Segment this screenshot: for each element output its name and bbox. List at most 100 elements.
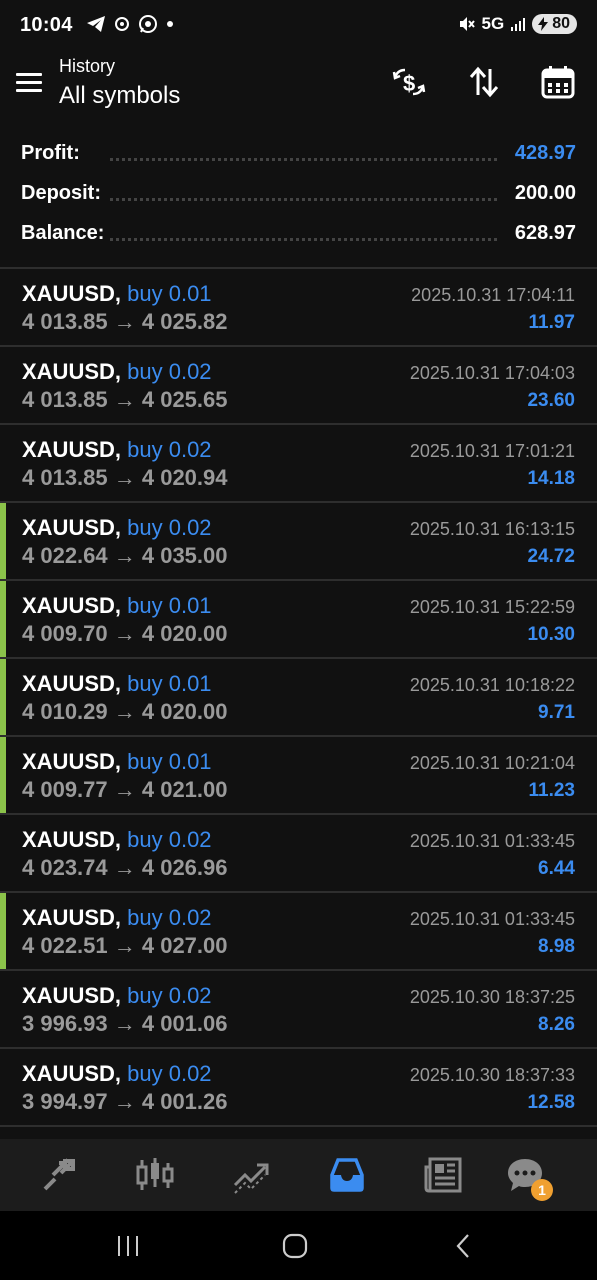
trade-row[interactable]: XAUUSD, buy 0.02 3 994.97 → 4 001.26 2025.… <box>0 1049 597 1127</box>
trade-symbol: XAUUSD, <box>22 515 122 540</box>
back-icon[interactable] <box>443 1231 483 1261</box>
telegram-icon <box>87 16 105 32</box>
trade-title: XAUUSD, buy 0.02 <box>22 983 212 1009</box>
battery-level: 80 <box>552 15 570 32</box>
svg-text:$: $ <box>403 71 415 96</box>
trade-symbol: XAUUSD, <box>22 359 122 384</box>
trade-prices: 3 996.93 → 4 001.06 <box>22 1011 228 1036</box>
profit-row: Profit: 428.97 <box>0 136 597 176</box>
trade-profit: 24.72 <box>527 546 575 567</box>
account-summary: Profit: 428.97 Deposit: 200.00 Balance: … <box>0 136 597 256</box>
mute-icon <box>459 17 475 31</box>
app-header: History All symbols $ <box>0 52 597 122</box>
quotes-icon[interactable] <box>37 1153 81 1197</box>
trade-profit: 11.97 <box>528 312 576 333</box>
sort-icon[interactable] <box>464 62 504 102</box>
trade-symbol: XAUUSD, <box>22 1061 122 1086</box>
trade-prices: 4 022.51 → 4 027.00 <box>22 933 228 958</box>
trade-type: buy 0.01 <box>127 593 212 618</box>
trade-type: buy 0.01 <box>127 671 212 696</box>
trade-symbol: XAUUSD, <box>22 827 122 852</box>
trade-time: 2025.10.31 10:21:04 <box>409 753 575 773</box>
trade-profit: 14.18 <box>527 468 575 489</box>
chart-icon[interactable] <box>133 1153 177 1197</box>
trade-symbol: XAUUSD, <box>22 905 122 930</box>
trade-row[interactable]: XAUUSD, buy 0.02 4 013.85 → 4 020.94 2025.… <box>0 425 597 503</box>
profit-label: Profit: <box>21 142 86 165</box>
trade-type: buy 0.02 <box>127 1061 212 1086</box>
balance-row: Balance: 628.97 <box>0 216 597 256</box>
trade-title: XAUUSD, buy 0.02 <box>22 359 212 385</box>
recents-icon[interactable] <box>108 1231 148 1261</box>
system-navigation-bar <box>0 1211 597 1280</box>
trade-row[interactable]: XAUUSD, buy 0.01 4 009.77 → 4 021.00 2025.… <box>0 737 597 815</box>
trade-type: buy 0.01 <box>127 749 212 774</box>
trade-type: buy 0.01 <box>127 281 212 306</box>
trade-profit: 23.60 <box>527 390 575 411</box>
deposit-row: Deposit: 200.00 <box>0 176 597 216</box>
dotted-leader <box>110 158 497 161</box>
trade-row[interactable]: XAUUSD, buy 0.02 4 023.74 → 4 026.96 2025.… <box>0 815 597 893</box>
trade-type: buy 0.02 <box>127 827 212 852</box>
calendar-icon[interactable] <box>538 62 578 102</box>
page-title[interactable]: All symbols <box>59 82 180 110</box>
trade-title: XAUUSD, buy 0.02 <box>22 905 212 931</box>
currency-exchange-icon[interactable]: $ <box>389 62 429 102</box>
trade-title: XAUUSD, buy 0.02 <box>22 1061 212 1087</box>
trade-time: 2025.10.31 01:33:45 <box>409 831 575 851</box>
trade-title: XAUUSD, buy 0.01 <box>22 671 212 697</box>
trade-time: 2025.10.31 17:04:03 <box>409 363 575 383</box>
trade-prices: 3 994.97 → 4 001.26 <box>22 1089 228 1114</box>
trade-symbol: XAUUSD, <box>22 437 122 462</box>
trade-time: 2025.10.31 10:18:22 <box>409 675 575 695</box>
trade-prices: 4 009.77 → 4 021.00 <box>22 777 228 802</box>
home-icon[interactable] <box>275 1231 315 1261</box>
chat-badge: 1 <box>531 1179 553 1201</box>
trade-profit: 9.71 <box>538 702 575 723</box>
trade-profit: 8.26 <box>538 1014 575 1035</box>
trade-time: 2025.10.31 16:13:15 <box>409 519 575 539</box>
chat-icon[interactable]: 1 <box>503 1153 553 1201</box>
bottom-navigation: 1 <box>0 1139 597 1211</box>
deposit-label: Deposit: <box>21 182 107 205</box>
trade-row[interactable]: XAUUSD, buy 0.01 4 013.85 → 4 025.82 2025.… <box>0 269 597 347</box>
trade-time: 2025.10.31 17:01:21 <box>409 441 575 461</box>
news-icon[interactable] <box>421 1153 465 1197</box>
trade-type: buy 0.02 <box>127 983 212 1008</box>
trade-type: buy 0.02 <box>127 437 212 462</box>
settings-app-icon <box>115 17 129 31</box>
trade-symbol: XAUUSD, <box>22 671 122 696</box>
trade-title: XAUUSD, buy 0.02 <box>22 437 212 463</box>
trade-time: 2025.10.30 18:37:33 <box>409 1065 575 1085</box>
trade-title: XAUUSD, buy 0.01 <box>22 593 212 619</box>
trade-profit: 11.23 <box>528 780 576 801</box>
trade-prices: 4 013.85 → 4 025.65 <box>22 387 228 412</box>
trade-row[interactable]: XAUUSD, buy 0.01 4 010.29 → 4 020.00 2025.… <box>0 659 597 737</box>
trade-profit: 8.98 <box>538 936 575 957</box>
trade-row[interactable]: XAUUSD, buy 0.02 3 996.93 → 4 001.06 2025.… <box>0 971 597 1049</box>
trade-symbol: XAUUSD, <box>22 593 122 618</box>
trade-row[interactable]: XAUUSD, buy 0.01 4 009.70 → 4 020.00 2025.… <box>0 581 597 659</box>
balance-label: Balance: <box>21 222 111 245</box>
trade-profit: 12.58 <box>527 1092 575 1113</box>
trade-time: 2025.10.31 17:04:11 <box>411 285 575 305</box>
trade-history-list: XAUUSD, buy 0.01 4 013.85 → 4 025.82 2025.… <box>0 269 597 1127</box>
trade-time: 2025.10.30 18:37:25 <box>409 987 575 1007</box>
trade-icon[interactable] <box>229 1153 273 1197</box>
trade-prices: 4 013.85 → 4 020.94 <box>22 465 228 490</box>
notification-icons <box>86 14 174 34</box>
dot-icon <box>167 21 173 27</box>
trade-type: buy 0.02 <box>127 515 212 540</box>
trade-prices: 4 022.64 → 4 035.00 <box>22 543 228 568</box>
trade-row[interactable]: XAUUSD, buy 0.02 4 022.64 → 4 035.00 2025.… <box>0 503 597 581</box>
trade-row[interactable]: XAUUSD, buy 0.02 4 022.51 → 4 027.00 2025.… <box>0 893 597 971</box>
trade-title: XAUUSD, buy 0.02 <box>22 827 212 853</box>
trade-time: 2025.10.31 01:33:45 <box>409 909 575 929</box>
history-icon[interactable] <box>325 1153 369 1197</box>
trade-row[interactable]: XAUUSD, buy 0.02 4 013.85 → 4 025.65 2025.… <box>0 347 597 425</box>
dotted-leader <box>110 198 497 201</box>
menu-icon[interactable] <box>16 70 44 94</box>
trade-prices: 4 023.74 → 4 026.96 <box>22 855 228 880</box>
deposit-value: 200.00 <box>508 182 576 205</box>
trade-type: buy 0.02 <box>127 905 212 930</box>
